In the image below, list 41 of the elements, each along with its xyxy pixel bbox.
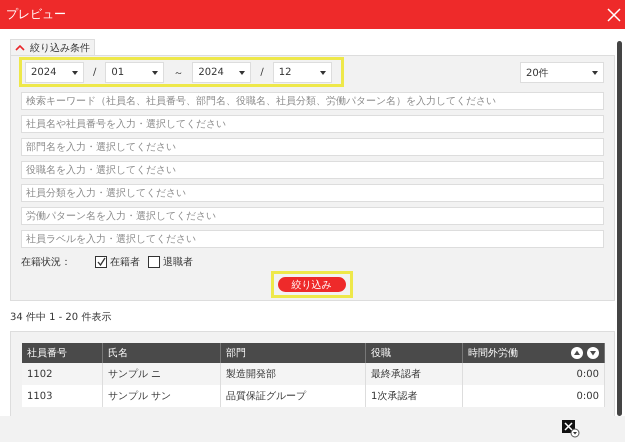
- year-select[interactable]: 2024: [192, 62, 252, 83]
- filter-button[interactable]: 絞り込み: [278, 277, 346, 292]
- slash: /: [93, 67, 96, 78]
- x-logo-icon[interactable]: [562, 420, 580, 438]
- sort-up-icon[interactable]: [571, 347, 583, 359]
- input-field[interactable]: 社員名や社員番号を入力・選択してください: [21, 115, 604, 133]
- column-header: 氏名: [102, 343, 221, 363]
- filter-tab[interactable]: 絞り込み条件: [10, 39, 95, 55]
- checkbox[interactable]: [95, 256, 107, 268]
- table-cell: サンプル サン: [102, 385, 221, 407]
- input-field[interactable]: 社員分類を入力・選択してください: [21, 184, 604, 202]
- year-select[interactable]: 2024: [25, 62, 84, 83]
- table-cell: 0:00: [462, 385, 604, 407]
- input-field[interactable]: 労働パターン名を入力・選択してください: [21, 207, 604, 225]
- input-field[interactable]: 役職名を入力・選択してください: [21, 161, 604, 179]
- scrollbar[interactable]: [617, 41, 622, 416]
- column-header: 時間外労働: [462, 343, 604, 363]
- page-size-select[interactable]: 20件: [520, 62, 604, 83]
- table-cell: 1103: [22, 385, 102, 407]
- checkbox[interactable]: [148, 256, 160, 268]
- slash: /: [260, 67, 264, 78]
- sort-down-icon[interactable]: [587, 347, 599, 359]
- table-cell: 1次承認者: [366, 385, 463, 407]
- input-field[interactable]: 検索キーワード（社員名、社員番号、部門名、役職名、社員分類、労働パターン名）を入力してください: [21, 92, 604, 110]
- chevron-icon[interactable]: [15, 44, 25, 50]
- column-header: 役職: [366, 343, 463, 363]
- window-title: プレビュー: [6, 6, 66, 23]
- column-header: 社員番号: [22, 343, 102, 363]
- input-field[interactable]: 社員ラベルを入力・選択してください: [21, 230, 604, 248]
- range-separator: ～: [173, 66, 184, 80]
- checkmark-icon: [96, 257, 106, 267]
- month-select[interactable]: 12: [272, 62, 332, 83]
- table-cell: 品質保証グループ: [220, 385, 366, 407]
- input-field[interactable]: 部門名を入力・選択してください: [21, 138, 604, 156]
- checkbox-label: 退職者: [163, 256, 193, 269]
- checkbox-label: 在籍者: [110, 256, 140, 269]
- column-header: 部門: [220, 343, 366, 363]
- status-label: 在籍状況：: [21, 256, 72, 269]
- close-icon[interactable]: [607, 8, 621, 22]
- result-count: 34 件中 1 - 20 件表示: [10, 310, 112, 324]
- month-select[interactable]: 01: [105, 62, 164, 83]
